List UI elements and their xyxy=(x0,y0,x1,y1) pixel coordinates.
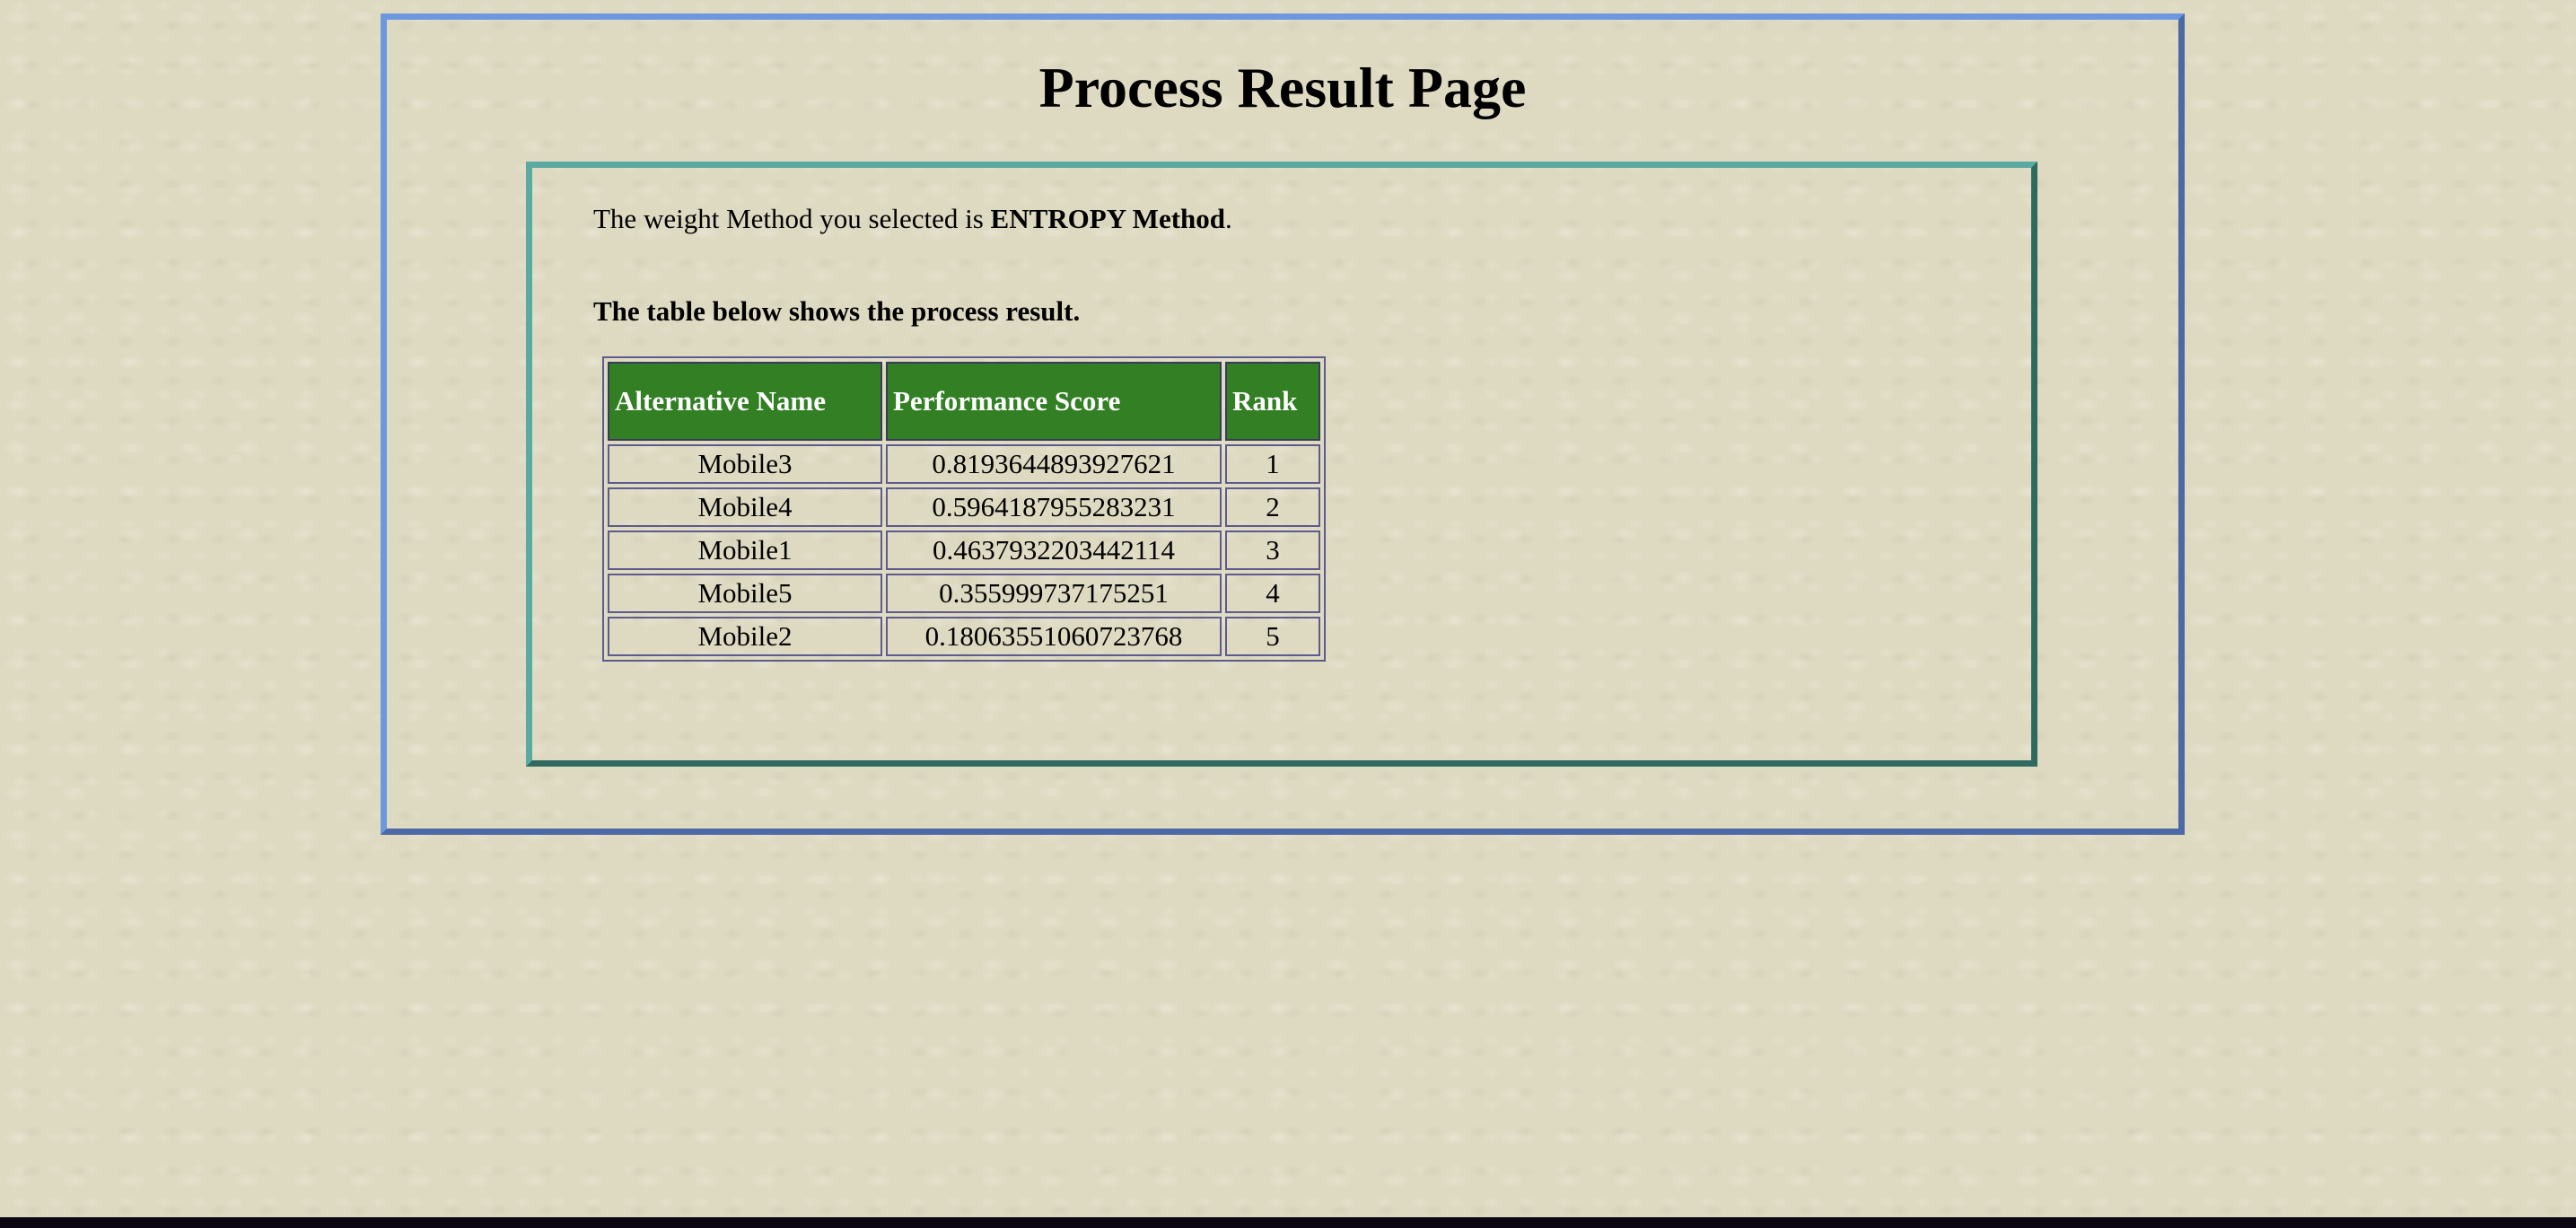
cell-performance-score: 0.18063551060723768 xyxy=(886,617,1222,656)
selected-method-text: The weight Method you selected is ENTROP… xyxy=(593,202,1232,235)
cell-alternative-name: Mobile3 xyxy=(608,444,882,484)
cell-alternative-name: Mobile2 xyxy=(608,617,882,656)
method-suffix: . xyxy=(1225,203,1232,234)
table-row: Mobile2 0.18063551060723768 5 xyxy=(608,617,1320,656)
method-prefix: The weight Method you selected is xyxy=(593,203,991,234)
table-caption: The table below shows the process result… xyxy=(593,295,1081,327)
header-alternative-name: Alternative Name xyxy=(608,362,882,441)
table-row: Mobile3 0.8193644893927621 1 xyxy=(608,444,1320,484)
header-performance-score: Performance Score xyxy=(886,362,1222,441)
table-row: Mobile4 0.5964187955283231 2 xyxy=(608,487,1320,527)
cell-performance-score: 0.8193644893927621 xyxy=(886,444,1222,484)
cell-rank: 1 xyxy=(1225,444,1320,484)
cell-performance-score: 0.355999737175251 xyxy=(886,574,1222,613)
cell-rank: 4 xyxy=(1225,574,1320,613)
table-header-row: Alternative Name Performance Score Rank xyxy=(608,362,1320,441)
result-panel: The weight Method you selected is ENTROP… xyxy=(526,162,2037,767)
method-name: ENTROPY Method xyxy=(990,203,1226,234)
cell-performance-score: 0.4637932203442114 xyxy=(886,531,1222,570)
cell-rank: 5 xyxy=(1225,617,1320,656)
cell-alternative-name: Mobile5 xyxy=(608,574,882,613)
bottom-edge-strip xyxy=(0,1217,2576,1228)
page-title: Process Result Page xyxy=(1038,56,1527,119)
table-row: Mobile1 0.4637932203442114 3 xyxy=(608,531,1320,570)
cell-alternative-name: Mobile4 xyxy=(608,487,882,527)
cell-performance-score: 0.5964187955283231 xyxy=(886,487,1222,527)
result-table: Alternative Name Performance Score Rank … xyxy=(602,356,1326,662)
cell-rank: 2 xyxy=(1225,487,1320,527)
cell-alternative-name: Mobile1 xyxy=(608,531,882,570)
cell-rank: 3 xyxy=(1225,531,1320,570)
table-row: Mobile5 0.355999737175251 4 xyxy=(608,574,1320,613)
header-rank: Rank xyxy=(1225,362,1320,441)
